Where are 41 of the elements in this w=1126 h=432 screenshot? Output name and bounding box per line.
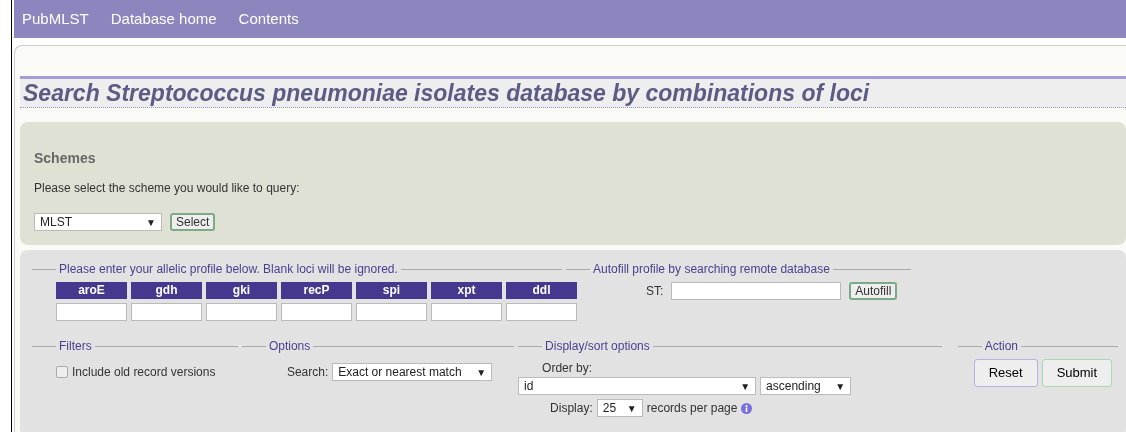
info-icon[interactable] bbox=[741, 402, 753, 414]
display-dropdown[interactable]: 25 ▼ bbox=[596, 399, 643, 417]
locus-input[interactable] bbox=[506, 303, 577, 321]
prompt-text: Please select the scheme you would like to query: bbox=[34, 180, 301, 197]
records-text: records per page bbox=[646, 400, 738, 417]
locus-header: gdh bbox=[131, 282, 202, 299]
locus-header: ddl bbox=[506, 282, 577, 299]
page-title: Search Streptococcus pneumoniae isolates database by combinations of loci bbox=[20, 76, 1126, 108]
fieldset-legend: Options bbox=[268, 337, 311, 355]
locus-input[interactable] bbox=[281, 303, 352, 321]
fieldset-legend: Please enter your allelic profile below. Blank loci will be ignored. bbox=[59, 260, 398, 278]
submit-button[interactable]: Submit bbox=[1041, 359, 1113, 387]
locus-header: xpt bbox=[431, 282, 502, 299]
direction-dropdown[interactable]: ascending ▼ bbox=[760, 377, 852, 395]
section-heading: Schemes bbox=[34, 149, 97, 168]
locus-input[interactable] bbox=[131, 303, 202, 321]
scheme-dropdown[interactable]: MLST ▼ bbox=[34, 213, 162, 231]
fieldset-legend: Action bbox=[984, 337, 1019, 355]
locus-header: spi bbox=[356, 282, 427, 299]
order-dropdown[interactable]: id ▼ bbox=[518, 377, 757, 395]
select-button[interactable]: Select bbox=[170, 213, 216, 231]
st-input[interactable] bbox=[671, 282, 842, 300]
locus-input[interactable] bbox=[431, 303, 502, 321]
checkbox-label: Include old record versions bbox=[72, 364, 216, 381]
display-label: Display: bbox=[550, 400, 593, 417]
checkbox[interactable] bbox=[56, 366, 68, 378]
locus-header: recP bbox=[281, 282, 352, 299]
search-label: Search: bbox=[286, 364, 329, 381]
autofill-button[interactable]: Autofill bbox=[849, 282, 898, 300]
locus-input[interactable] bbox=[206, 303, 277, 321]
fieldset-legend: Filters bbox=[59, 337, 92, 355]
locus-header: gki bbox=[206, 282, 277, 299]
order-label: Order by: bbox=[542, 360, 594, 377]
locus-input[interactable] bbox=[56, 303, 127, 321]
fieldset-legend: Autofill profile by searching remote database bbox=[593, 260, 830, 278]
locus-header: aroE bbox=[56, 282, 127, 299]
search-dropdown[interactable]: Exact or nearest match ▼ bbox=[332, 363, 493, 381]
st-label: ST: bbox=[646, 283, 664, 300]
reset-button[interactable]: Reset bbox=[973, 359, 1038, 387]
locus-input[interactable] bbox=[356, 303, 427, 321]
fieldset-legend: Display/sort options bbox=[545, 337, 650, 355]
